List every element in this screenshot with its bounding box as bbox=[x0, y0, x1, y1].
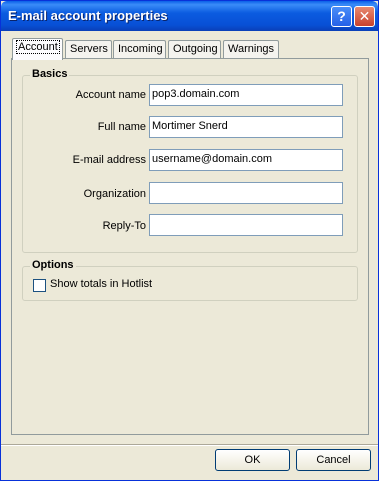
ok-button[interactable]: OK bbox=[215, 449, 290, 471]
help-button[interactable]: ? bbox=[331, 6, 352, 27]
options-group: Options Show totals in Hotlist bbox=[22, 259, 358, 301]
account-tab-panel: Basics Account name pop3.domain.com Full… bbox=[11, 58, 369, 435]
reply-to-field[interactable] bbox=[149, 214, 343, 236]
close-button[interactable]: ✕ bbox=[354, 6, 375, 27]
tab-incoming[interactable]: Incoming bbox=[113, 40, 166, 59]
show-totals-label[interactable]: Show totals in Hotlist bbox=[50, 278, 152, 290]
full-name-label: Full name bbox=[97, 121, 146, 133]
tab-account[interactable]: Account bbox=[12, 38, 63, 60]
account-name-label: Account name bbox=[75, 89, 146, 101]
email-address-field[interactable]: username@domain.com bbox=[149, 149, 343, 171]
title-bar[interactable]: E-mail account properties ? ✕ bbox=[1, 1, 378, 31]
organization-label: Organization bbox=[83, 188, 146, 200]
options-title: Options bbox=[30, 259, 76, 271]
dialog-title: E-mail account properties bbox=[8, 8, 168, 23]
tab-servers[interactable]: Servers bbox=[65, 40, 112, 59]
organization-field[interactable] bbox=[149, 182, 343, 204]
full-name-field[interactable]: Mortimer Snerd bbox=[149, 116, 343, 138]
footer-divider bbox=[1, 444, 378, 446]
tab-outgoing[interactable]: Outgoing bbox=[168, 40, 221, 59]
tab-warnings[interactable]: Warnings bbox=[223, 40, 279, 59]
show-totals-checkbox[interactable] bbox=[33, 279, 46, 292]
basics-group: Basics Account name pop3.domain.com Full… bbox=[22, 68, 358, 253]
basics-title: Basics bbox=[30, 68, 70, 80]
account-name-field[interactable]: pop3.domain.com bbox=[149, 84, 343, 106]
reply-to-label: Reply-To bbox=[102, 220, 146, 232]
cancel-button[interactable]: Cancel bbox=[296, 449, 371, 471]
email-address-label: E-mail address bbox=[72, 154, 146, 166]
properties-dialog: E-mail account properties ? ✕ Account Se… bbox=[0, 0, 379, 481]
